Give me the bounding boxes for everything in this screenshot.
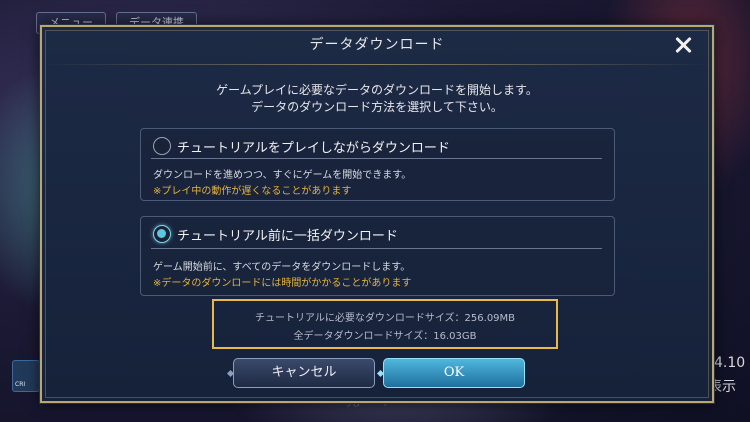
title-divider <box>42 64 712 65</box>
radio-selected-icon[interactable] <box>153 225 171 243</box>
version-text: 4.10 <box>714 355 746 371</box>
option-note: ※プレイ中の動作が遅くなることがあります <box>153 186 352 197</box>
option-bulk-download[interactable]: チュートリアル前に一括ダウンロード ゲーム開始前に、すべてのデータをダウンロード… <box>140 216 615 296</box>
dialog-title: データダウンロード <box>309 37 445 53</box>
intro-line-2: データのダウンロード方法を選択して下さい。 <box>251 100 503 114</box>
option-label: チュートリアル前に一括ダウンロード <box>177 229 398 244</box>
radio-unselected-icon[interactable] <box>153 137 171 155</box>
dialog-title-bar: データダウンロード <box>42 27 712 67</box>
tutorial-download-size: チュートリアルに必要なダウンロードサイズ：256.09MB <box>254 313 516 324</box>
cri-badge: CRI <box>12 360 40 392</box>
option-divider <box>151 248 602 249</box>
cancel-button[interactable]: キャンセル <box>233 358 375 388</box>
option-description: ゲーム開始前に、すべてのデータをダウンロードします。 <box>153 262 411 273</box>
ok-button[interactable]: OK <box>383 358 525 388</box>
option-play-while-downloading[interactable]: チュートリアルをプレイしながらダウンロード ダウンロードを進めつつ、すぐにゲーム… <box>140 128 615 201</box>
download-size-info: チュートリアルに必要なダウンロードサイズ：256.09MB 全データダウンロード… <box>212 299 558 349</box>
close-icon[interactable] <box>672 33 696 57</box>
option-divider <box>151 158 602 159</box>
option-note: ※データのダウンロードには時間がかかることがあります <box>153 278 412 289</box>
download-dialog: データダウンロード ゲームプレイに必要なデータのダウンロードを開始します。 デー… <box>40 25 714 403</box>
cri-badge-label: CRI <box>15 381 26 388</box>
option-description: ダウンロードを進めつつ、すぐにゲームを開始できます。 <box>153 170 412 181</box>
option-label: チュートリアルをプレイしながらダウンロード <box>177 141 450 156</box>
total-download-size: 全データダウンロードサイズ：16.03GB <box>293 331 477 342</box>
intro-line-1: ゲームプレイに必要なデータのダウンロードを開始します。 <box>216 83 538 97</box>
